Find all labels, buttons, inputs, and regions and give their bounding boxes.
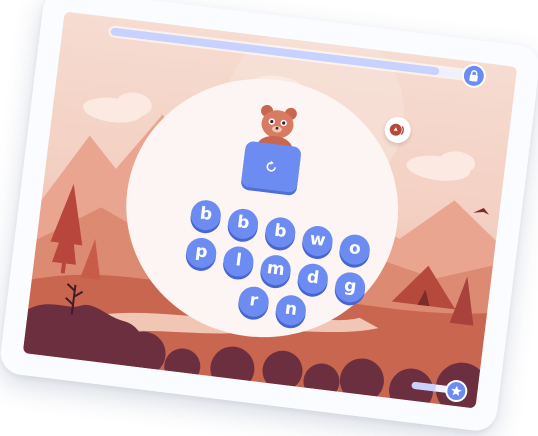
- tablet-frame: b b b w o p l m d g r n: [0, 0, 538, 434]
- speaker-icon: [389, 123, 404, 136]
- game-screen: b b b w o p l m d g r n: [22, 11, 518, 409]
- app-stage: b b b w o p l m d g r n: [0, 0, 538, 436]
- replay-icon: [266, 160, 277, 172]
- star-progress-bar: [411, 381, 452, 394]
- star-progress-fill: [411, 381, 436, 392]
- star-icon: [446, 381, 467, 402]
- word-card-button[interactable]: [240, 140, 302, 194]
